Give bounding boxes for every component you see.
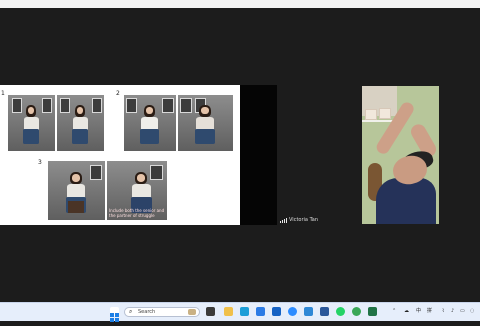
participant-name-label: Victoria Tan (280, 217, 318, 223)
excel-icon[interactable] (368, 307, 377, 316)
chrome-icon[interactable] (224, 307, 233, 316)
todo-icon[interactable] (304, 307, 313, 316)
whatsapp-icon[interactable] (336, 307, 345, 316)
search-icon: ⌕ (129, 308, 133, 315)
word-icon[interactable] (320, 307, 329, 316)
outlook-icon[interactable] (272, 307, 281, 316)
ime-layout[interactable]: 拼 (427, 307, 432, 316)
connection-bars-icon (280, 217, 287, 223)
ime-mode[interactable]: 中 (416, 307, 421, 316)
chevron-up-icon[interactable]: ⌃ (392, 307, 396, 316)
participant-video[interactable] (362, 86, 439, 224)
notification-icon[interactable]: ◌ (470, 307, 474, 316)
battery-icon[interactable]: ▭ (460, 307, 465, 316)
zoom-icon[interactable] (288, 307, 297, 316)
edge-icon[interactable] (240, 307, 249, 316)
speaker-icon[interactable]: ♪ (451, 307, 454, 316)
media-icon (188, 309, 196, 315)
slide-photo (48, 161, 105, 220)
slide-photo (8, 95, 55, 151)
group-number: 2 (116, 90, 120, 97)
store-icon[interactable] (256, 307, 265, 316)
search-label: Search (138, 309, 156, 315)
slide-photo: Include both the senior and the partner … (107, 161, 167, 220)
wifi-icon[interactable]: ⌇ (442, 307, 444, 316)
slide-photo (178, 95, 233, 151)
participant-name: Victoria Tan (289, 217, 319, 223)
windows-start-icon[interactable] (110, 307, 119, 322)
cloud-icon[interactable]: ☁ (404, 307, 409, 316)
slide-photo (57, 95, 104, 151)
window-title-bar (0, 0, 480, 8)
photo-caption: Include both the senior and the partner … (109, 208, 165, 218)
file-explorer-icon[interactable] (206, 307, 215, 316)
slide-photo (124, 95, 176, 151)
group-number: 3 (38, 159, 42, 166)
taskbar-search-box[interactable]: ⌕ Search (124, 307, 200, 317)
shared-slide: 1 2 3 Include both the senior and the pa… (0, 85, 240, 225)
taskbar: ⌕ Search ⌃ ☁ 中 拼 ⌇ ♪ ▭ ◌ (0, 302, 480, 322)
group-number: 1 (1, 90, 5, 97)
chrome-profile-icon[interactable] (352, 307, 361, 316)
